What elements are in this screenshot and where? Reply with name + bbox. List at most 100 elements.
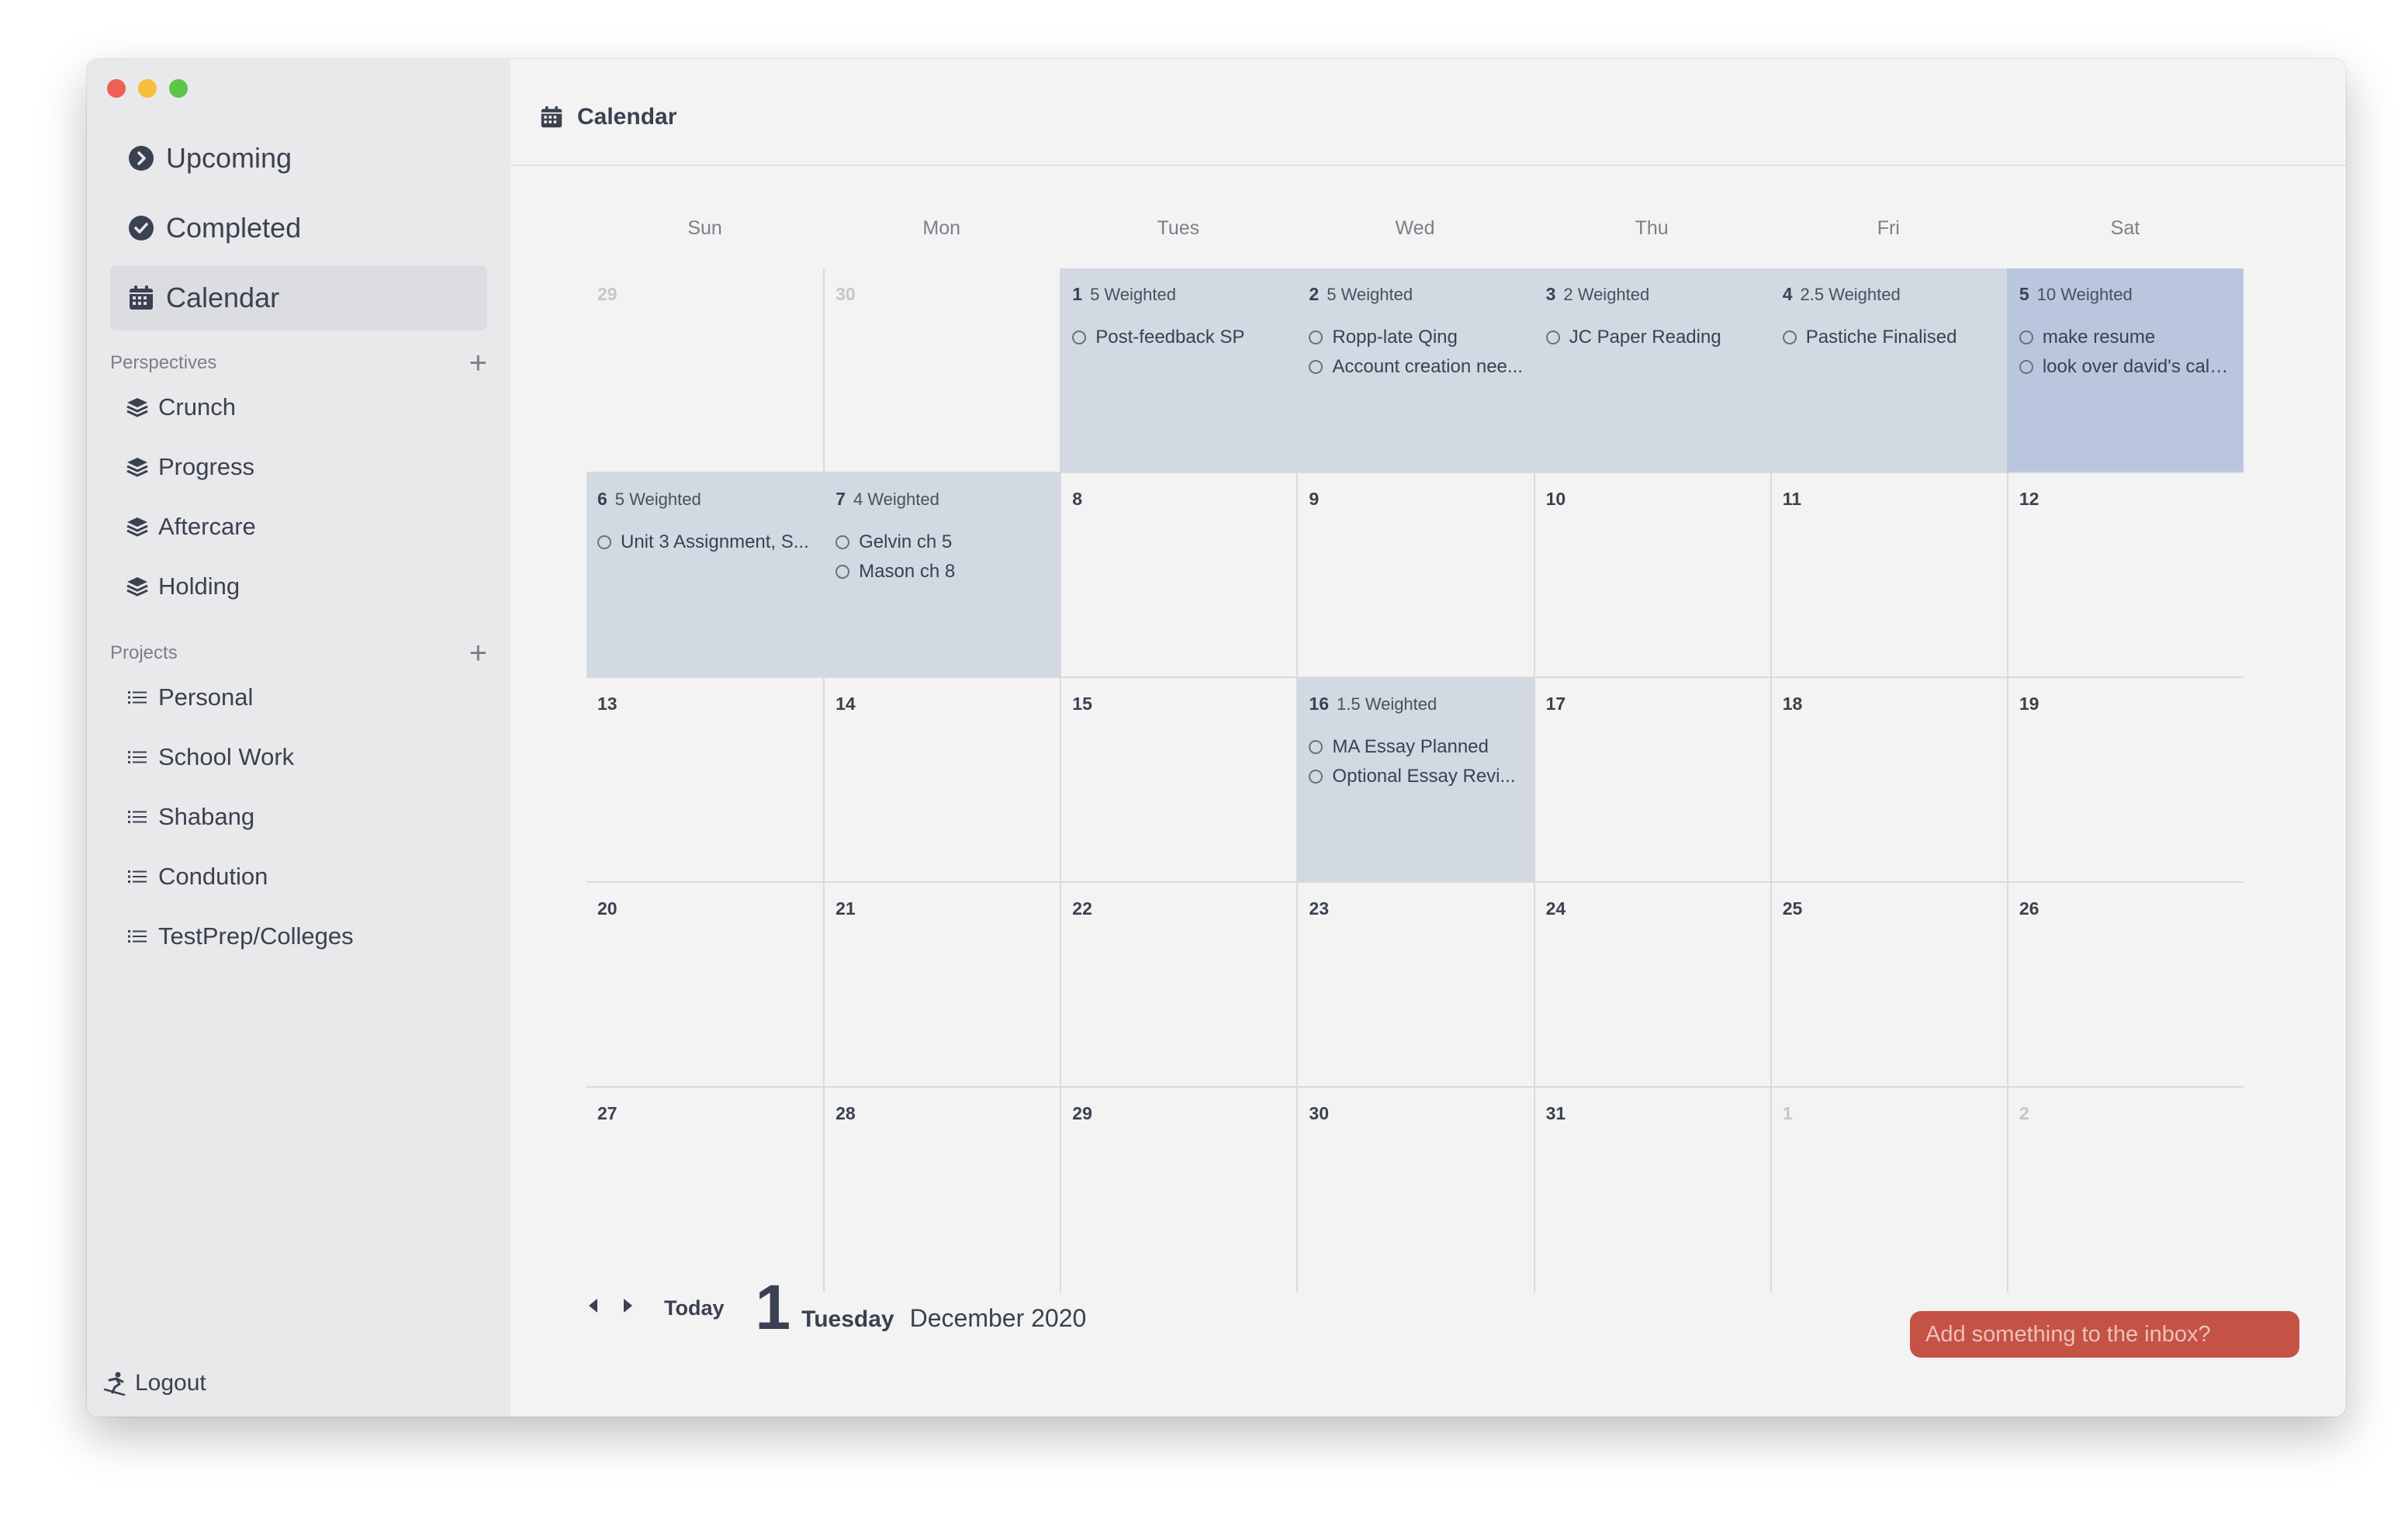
calendar-day-cell[interactable]: 14: [823, 678, 1060, 883]
calendar-day-cell[interactable]: 31: [1533, 1088, 1770, 1292]
task-checkbox[interactable]: [597, 535, 611, 549]
calendar-day-cell[interactable]: 2: [2006, 1088, 2244, 1292]
calendar-day-cell[interactable]: 29: [586, 268, 824, 473]
task-item[interactable]: Ropp-late Qing: [1309, 323, 1524, 352]
calendar-day-cell[interactable]: 16 1.5 Weighted MA Essay Planned Optional E…: [1296, 678, 1534, 883]
task-item[interactable]: JC Paper Reading: [1545, 323, 1761, 352]
task-checkbox[interactable]: [1072, 330, 1087, 344]
task-item[interactable]: MA Essay Planned: [1309, 732, 1524, 762]
task-label: Account creation nee...: [1332, 356, 1523, 377]
add-project-button[interactable]: +: [469, 638, 487, 669]
nav-item-upcoming[interactable]: Upcoming: [110, 126, 487, 191]
sidebar-item-school-work[interactable]: School Work: [126, 727, 487, 787]
task-checkbox[interactable]: [2019, 360, 2033, 374]
logout-button[interactable]: Logout: [102, 1370, 206, 1396]
calendar-day-cell[interactable]: 12: [2006, 473, 2244, 678]
calendar-day-cell[interactable]: 30: [823, 268, 1060, 473]
minimize-window-button[interactable]: [138, 79, 157, 98]
calendar-day-cell[interactable]: 27: [586, 1088, 823, 1292]
task-checkbox[interactable]: [1545, 330, 1560, 344]
sidebar-item-label: Progress: [158, 452, 255, 480]
calendar-day-cell[interactable]: 28: [823, 1088, 1060, 1292]
calendar-day-cell[interactable]: 18: [1770, 678, 2007, 883]
calendar-day-cell[interactable]: 13: [586, 678, 824, 883]
task-item[interactable]: Mason ch 8: [836, 557, 1050, 586]
snowboarder-icon: [102, 1370, 129, 1396]
task-checkbox[interactable]: [1309, 360, 1323, 374]
calendar-day-cell[interactable]: 3 2 Weighted JC Paper Reading: [1533, 268, 1770, 473]
calendar-day-cell[interactable]: 29: [1060, 1088, 1296, 1292]
day-number: 17: [1545, 694, 1566, 714]
task-item[interactable]: Post-feedback SP: [1072, 323, 1287, 352]
sidebar-item-aftercare[interactable]: Aftercare: [126, 497, 487, 556]
calendar-day-cell[interactable]: 17: [1533, 678, 1770, 883]
calendar-day-cell[interactable]: 2 5 Weighted Ropp-late Qing Account creatio…: [1296, 268, 1534, 473]
calendar-day-cell[interactable]: 7 4 Weighted Gelvin ch 5 Mason ch 8: [823, 473, 1060, 678]
task-checkbox[interactable]: [1309, 740, 1323, 754]
calendar-day-cell[interactable]: 10: [1533, 473, 1770, 678]
nav-item-calendar[interactable]: Calendar: [110, 265, 487, 330]
sidebar-item-condution[interactable]: Condution: [126, 846, 487, 906]
sidebar-item-testprep-colleges[interactable]: TestPrep/Colleges: [126, 906, 487, 966]
day-header: 2 5 Weighted: [1309, 284, 1524, 309]
weekday-label: Thu: [1635, 216, 1669, 239]
calendar-day-cell[interactable]: 11: [1770, 473, 2007, 678]
add-perspective-button[interactable]: +: [469, 348, 487, 379]
day-header: 21: [836, 898, 1050, 923]
today-button[interactable]: Today: [664, 1296, 725, 1320]
calendar-day-cell[interactable]: 21: [823, 883, 1060, 1088]
nav-item-completed[interactable]: Completed: [110, 195, 487, 261]
calendar-day-cell[interactable]: 24: [1533, 883, 1770, 1088]
sidebar-item-crunch[interactable]: Crunch: [126, 377, 487, 437]
day-header: 4 2.5 Weighted: [1783, 284, 1998, 309]
task-item[interactable]: make resume: [2019, 323, 2234, 352]
calendar-day-cell[interactable]: 8: [1060, 473, 1297, 678]
day-number: 8: [1072, 489, 1083, 509]
list-icon: [126, 925, 149, 948]
calendar-day-cell[interactable]: 6 5 Weighted Unit 3 Assignment, S...: [586, 473, 824, 678]
calendar-day-cell[interactable]: 26: [2006, 883, 2244, 1088]
task-item[interactable]: Account creation nee...: [1309, 352, 1524, 382]
task-checkbox[interactable]: [1309, 330, 1323, 344]
task-checkbox[interactable]: [836, 535, 850, 549]
sidebar-item-progress[interactable]: Progress: [126, 437, 487, 497]
previous-month-button[interactable]: [586, 1297, 599, 1320]
projects-heading: Projects: [110, 642, 178, 663]
close-window-button[interactable]: [107, 79, 126, 98]
calendar-day-cell[interactable]: 5 10 Weighted make resume look over david's…: [2006, 268, 2244, 473]
task-item[interactable]: look over david's calc...: [2019, 352, 2234, 382]
next-month-button[interactable]: [622, 1297, 635, 1320]
selected-weekday: Tuesday: [801, 1306, 894, 1332]
task-item[interactable]: Gelvin ch 5: [836, 528, 1050, 557]
calendar-day-cell[interactable]: 19: [2006, 678, 2244, 883]
zoom-window-button[interactable]: [169, 79, 188, 98]
task-checkbox[interactable]: [2019, 330, 2033, 344]
calendar-day-cell[interactable]: 23: [1296, 883, 1534, 1088]
sidebar-item-holding[interactable]: Holding: [126, 556, 487, 616]
task-item[interactable]: Optional Essay Revi...: [1309, 762, 1524, 791]
day-number: 16: [1309, 694, 1330, 714]
task-checkbox[interactable]: [836, 565, 850, 579]
task-item[interactable]: Pastiche Finalised: [1782, 323, 1998, 352]
sidebar-item-label: Shabang: [158, 802, 255, 830]
task-list: Post-feedback SP: [1072, 323, 1287, 352]
weekday-label: Sat: [2110, 216, 2140, 239]
day-header: 24: [1546, 898, 1761, 923]
calendar-day-cell[interactable]: 30: [1296, 1088, 1533, 1292]
calendar-day-cell[interactable]: 4 2.5 Weighted Pastiche Finalised: [1770, 268, 2007, 473]
calendar-day-cell[interactable]: 1 5 Weighted Post-feedback SP: [1060, 268, 1297, 473]
task-list: make resume look over david's calc...: [2019, 323, 2234, 382]
day-number: 23: [1309, 898, 1330, 919]
task-checkbox[interactable]: [1309, 770, 1323, 784]
inbox-quick-add-input[interactable]: Add something to the inbox?: [1910, 1311, 2299, 1358]
calendar-day-cell[interactable]: 9: [1296, 473, 1534, 678]
sidebar-item-personal[interactable]: Personal: [126, 667, 487, 727]
task-item[interactable]: Unit 3 Assignment, S...: [597, 528, 814, 557]
calendar-day-cell[interactable]: 1: [1770, 1088, 2007, 1292]
calendar-day-cell[interactable]: 22: [1060, 883, 1297, 1088]
sidebar-item-shabang[interactable]: Shabang: [126, 787, 487, 846]
calendar-day-cell[interactable]: 20: [586, 883, 824, 1088]
calendar-day-cell[interactable]: 15: [1060, 678, 1297, 883]
calendar-day-cell[interactable]: 25: [1770, 883, 2007, 1088]
task-checkbox[interactable]: [1782, 330, 1797, 344]
